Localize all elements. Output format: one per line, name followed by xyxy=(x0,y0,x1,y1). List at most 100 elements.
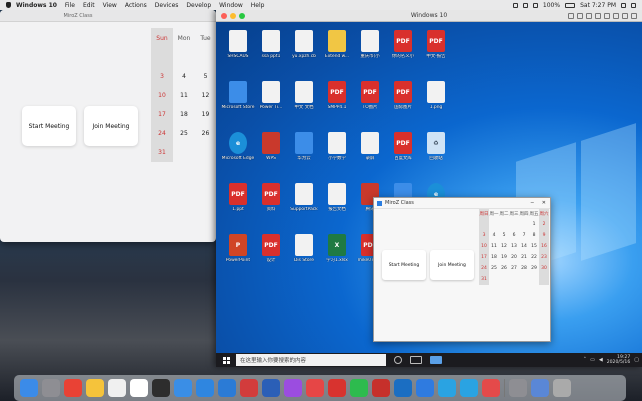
calendar-day[interactable]: 14 xyxy=(519,241,529,252)
desktop-icon[interactable]: PDF 国际图片 xyxy=(385,81,421,129)
status-icon[interactable] xyxy=(522,2,528,8)
close-icon[interactable]: ✕ xyxy=(542,200,546,206)
calendar-day[interactable]: 24 xyxy=(479,263,489,274)
desktop-icon[interactable]: PDF TO图片 xyxy=(352,81,388,129)
menu-develop[interactable]: Develop xyxy=(186,2,211,9)
calendar-day[interactable]: 17 xyxy=(479,252,489,263)
calendar-day[interactable] xyxy=(489,219,499,230)
app-taskbar-icon[interactable] xyxy=(430,356,442,364)
windows-start-icon[interactable] xyxy=(223,356,230,364)
desktop-icon[interactable]: PDF 百度文库 xyxy=(385,132,421,180)
control-center-icon[interactable] xyxy=(631,2,636,8)
apple-icon[interactable] xyxy=(6,2,11,8)
minimize-icon[interactable]: ─ xyxy=(531,200,534,206)
status-icon[interactable] xyxy=(512,2,518,8)
calendar-day[interactable]: 19 xyxy=(195,105,216,124)
dock-trash-icon[interactable] xyxy=(553,379,571,397)
calendar-day[interactable] xyxy=(529,274,539,285)
menu-help[interactable]: Help xyxy=(251,2,265,9)
dock-notes-icon[interactable] xyxy=(86,379,104,397)
join-meeting-button[interactable]: Join Meeting xyxy=(430,250,474,280)
calendar-day[interactable] xyxy=(519,274,529,285)
calendar-day[interactable]: 4 xyxy=(173,67,195,86)
menu-window[interactable]: Window xyxy=(219,2,243,9)
calendar-day[interactable]: 11 xyxy=(489,241,499,252)
calendar-day[interactable] xyxy=(539,274,549,285)
calendar-day[interactable]: 18 xyxy=(489,252,499,263)
calendar-day[interactable]: 17 xyxy=(151,105,173,124)
calendar-day[interactable]: 24 xyxy=(151,124,173,143)
dock-parallels-icon[interactable] xyxy=(328,379,346,397)
dock-safari-icon[interactable] xyxy=(196,379,214,397)
dock-terminal-icon[interactable] xyxy=(152,379,170,397)
desktop-icon[interactable]: ssa ppt1 xyxy=(253,30,289,78)
mac-app-title[interactable]: MiroZ Class xyxy=(0,10,216,22)
desktop-icon[interactable]: 重庆市(小 xyxy=(352,30,388,78)
calendar-day[interactable] xyxy=(173,48,195,67)
calendar-day[interactable]: 5 xyxy=(499,230,509,241)
taskbar-clock[interactable]: 19:27 2020/5/16 xyxy=(607,355,631,365)
calendar-day[interactable] xyxy=(479,219,489,230)
desktop-icon[interactable]: X 学习1.xlsx xyxy=(319,234,355,282)
menubar-clock[interactable]: Sat 7:27 PM xyxy=(580,2,616,9)
calendar-day[interactable]: 21 xyxy=(519,252,529,263)
dock-qq-icon[interactable] xyxy=(438,379,456,397)
calendar-day[interactable]: 16 xyxy=(539,241,549,252)
dock-acrobat-icon[interactable] xyxy=(372,379,390,397)
task-view-icon[interactable] xyxy=(410,356,422,364)
dock-windows-icon[interactable] xyxy=(416,379,434,397)
dock-outlook-icon[interactable] xyxy=(394,379,412,397)
desktop-icon[interactable]: SHSCAUS xyxy=(220,30,256,78)
dock-reminders-icon[interactable] xyxy=(108,379,126,397)
desktop-icon[interactable]: 小学数学 xyxy=(319,132,355,180)
calendar-day[interactable]: 3 xyxy=(479,230,489,241)
dock-mindmap-icon[interactable] xyxy=(240,379,258,397)
calendar-day[interactable]: 20 xyxy=(509,252,519,263)
desktop-icon[interactable]: 中文 文档 xyxy=(286,81,322,129)
calendar-day[interactable]: 12 xyxy=(195,86,216,105)
desktop-icon[interactable]: PDF SMPP4.1 xyxy=(319,81,355,129)
calendar-day[interactable]: 25 xyxy=(173,124,195,143)
start-meeting-button[interactable]: Start Meeting xyxy=(22,106,76,146)
calendar-day[interactable]: 19 xyxy=(499,252,509,263)
calendar-day[interactable] xyxy=(499,219,509,230)
dock-launchpad-icon[interactable] xyxy=(42,379,60,397)
desktop-icon[interactable]: 1.png xyxy=(418,81,454,129)
join-meeting-button[interactable]: Join Meeting xyxy=(84,106,138,146)
calendar-day[interactable] xyxy=(151,48,173,67)
taskbar-search-input[interactable]: 在这里输入你要搜索的内容 xyxy=(236,354,386,366)
dock-podcasts-icon[interactable] xyxy=(284,379,302,397)
calendar-day[interactable] xyxy=(499,274,509,285)
desktop-icon[interactable]: PDF 中文-报告 xyxy=(418,30,454,78)
desktop-icon[interactable]: e Microsoft Edge xyxy=(220,132,256,180)
desktop-icon[interactable]: 报告文档 xyxy=(319,183,355,231)
volume-icon[interactable]: ◀ xyxy=(599,357,603,363)
calendar-day[interactable]: 10 xyxy=(151,86,173,105)
desktop-icon[interactable]: 华为云 xyxy=(286,132,322,180)
dock-wechat-icon[interactable] xyxy=(350,379,368,397)
dock-calendar-icon[interactable] xyxy=(130,379,148,397)
calendar-day[interactable]: 29 xyxy=(529,263,539,274)
calendar-day[interactable]: 13 xyxy=(509,241,519,252)
calendar-day[interactable]: 22 xyxy=(529,252,539,263)
wifi-icon[interactable] xyxy=(532,2,538,8)
calendar-day[interactable] xyxy=(173,143,195,162)
calendar-day[interactable] xyxy=(195,143,216,162)
calendar-day[interactable]: 9 xyxy=(539,230,549,241)
calendar-day[interactable]: 30 xyxy=(539,263,549,274)
calendar-day[interactable]: 5 xyxy=(195,67,216,86)
desktop-icon[interactable]: Dis Store xyxy=(286,234,322,282)
calendar-day[interactable] xyxy=(509,219,519,230)
calendar-day[interactable]: 31 xyxy=(479,274,489,285)
network-icon[interactable]: ▭ xyxy=(590,357,595,363)
dock-documents-icon[interactable] xyxy=(531,379,549,397)
vm-app-titlebar[interactable]: MiroZ Class ─ ✕ xyxy=(374,198,550,209)
calendar-day[interactable] xyxy=(519,219,529,230)
desktop-icon[interactable]: WPS xyxy=(253,132,289,180)
calendar-day[interactable]: 26 xyxy=(195,124,216,143)
desktop-icon[interactable]: PDF 资料 xyxy=(253,183,289,231)
calendar-day[interactable]: 27 xyxy=(509,263,519,274)
desktop-icon[interactable]: Microsoft Store xyxy=(220,81,256,129)
dock-music-icon[interactable] xyxy=(482,379,500,397)
calendar-day[interactable]: 3 xyxy=(151,67,173,86)
